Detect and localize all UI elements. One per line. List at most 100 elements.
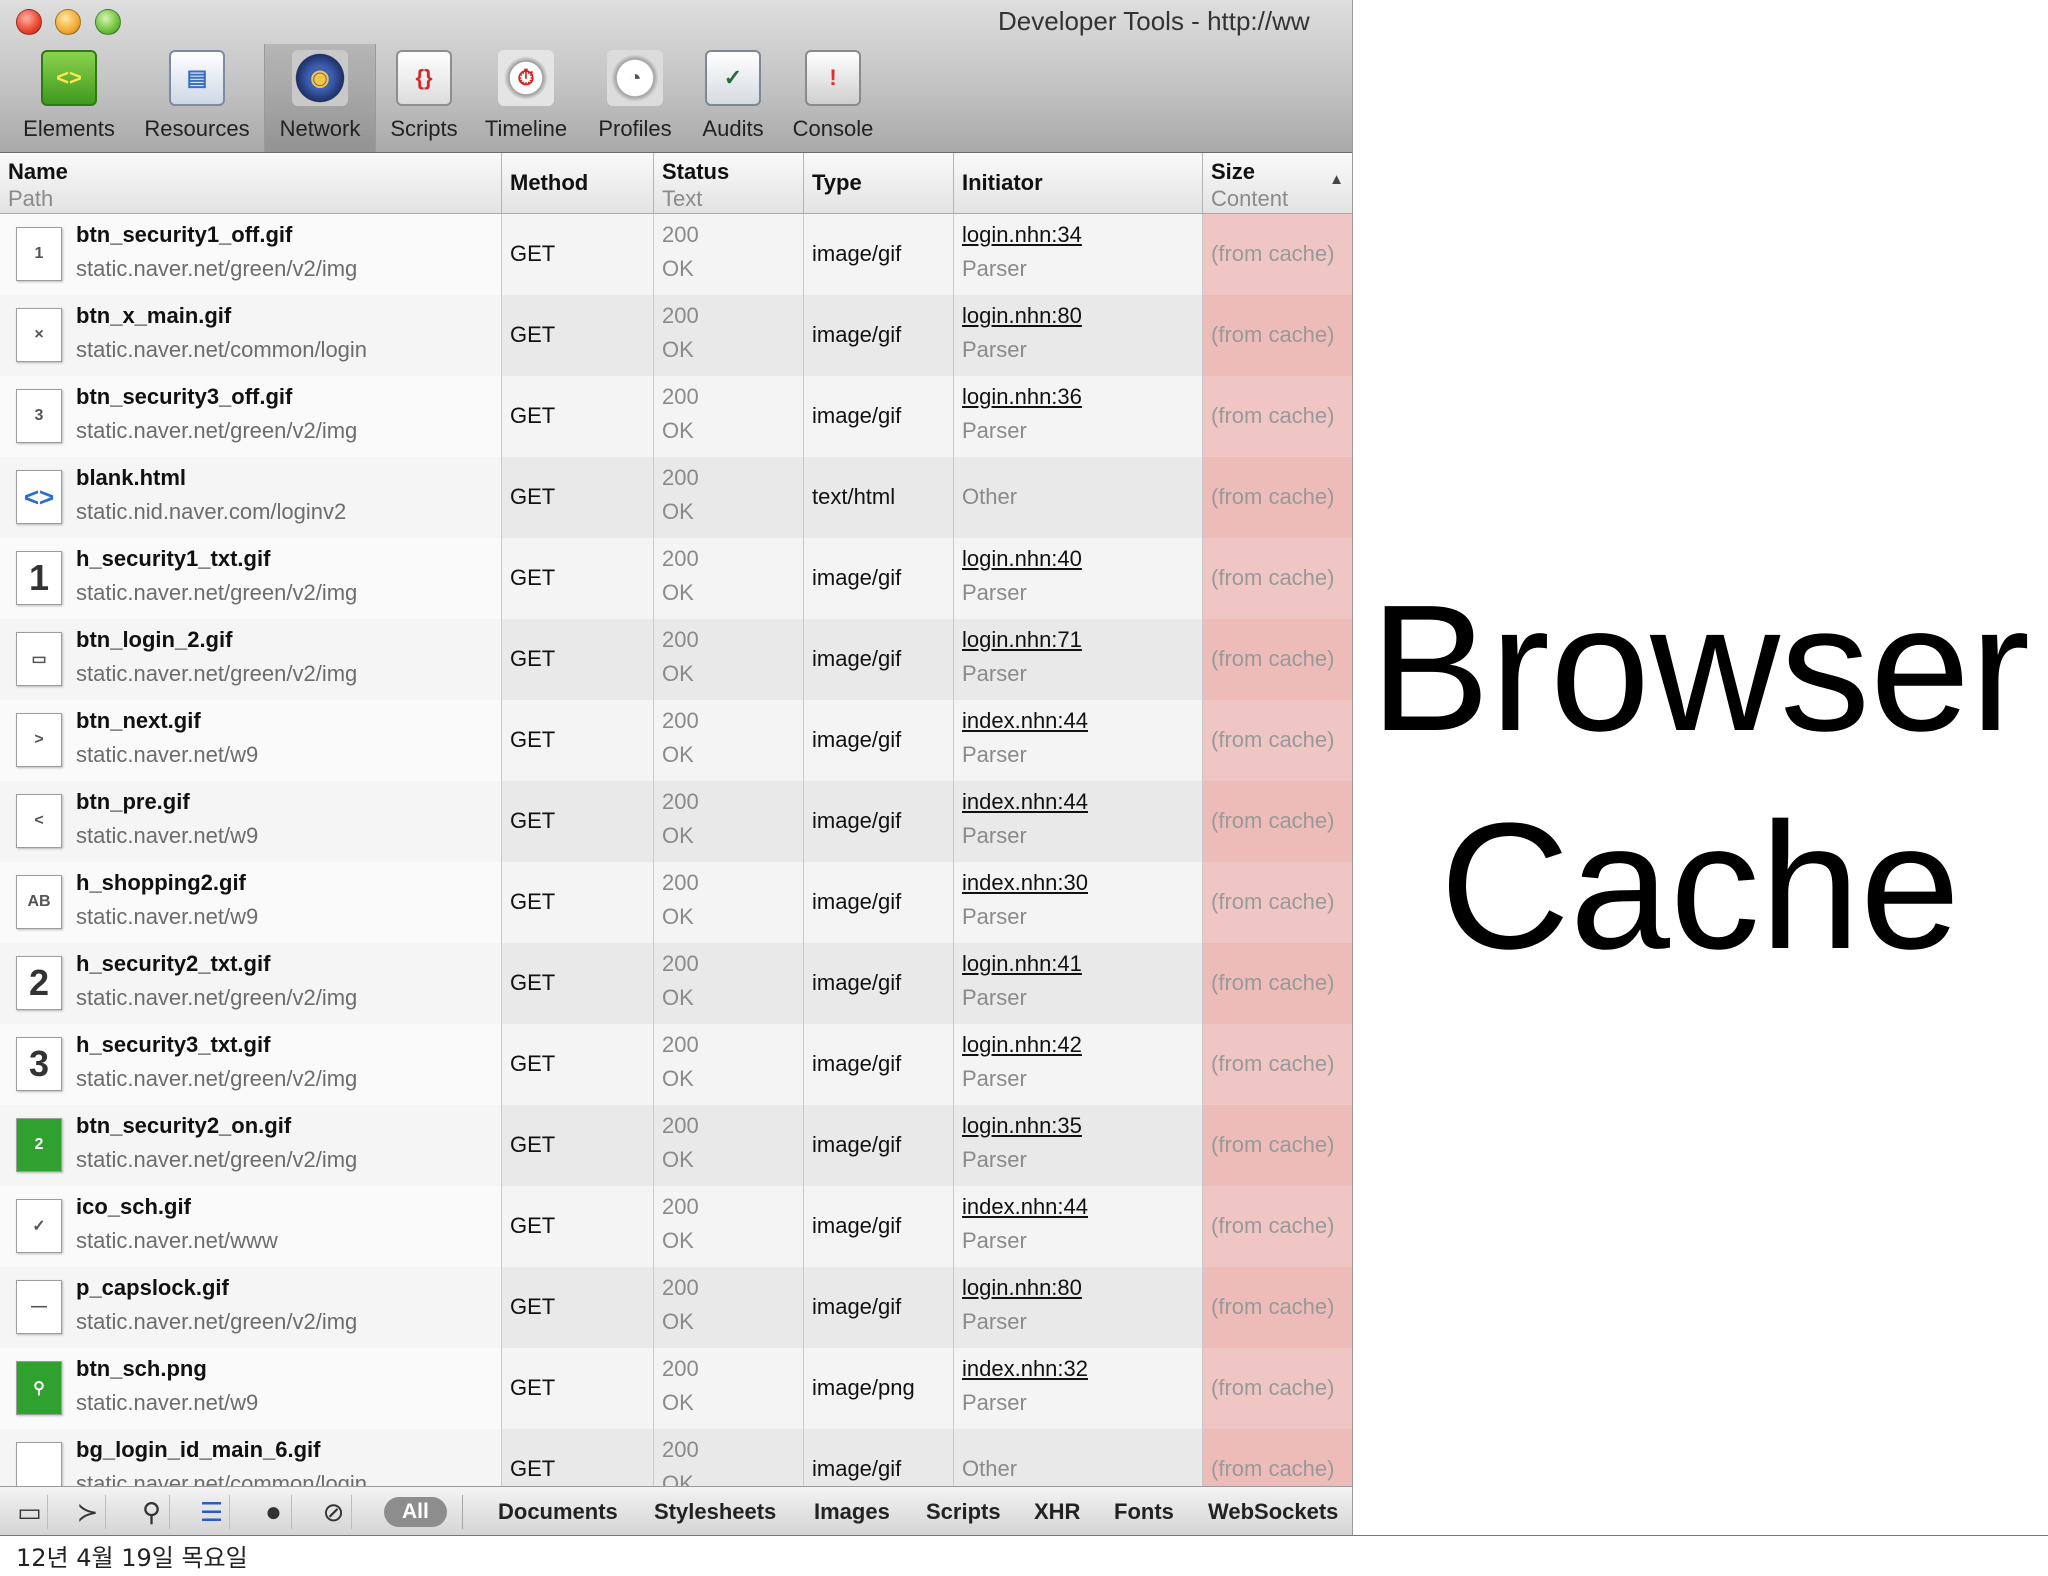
request-method: GET — [510, 727, 556, 752]
table-row[interactable]: AB h_shopping2.gif static.naver.net/w9 GET 2… — [0, 862, 1352, 943]
column-header-status[interactable]: Status Text — [654, 153, 804, 213]
column-size-label: Size — [1211, 159, 1256, 184]
size-from-cache: (from cache) — [1211, 1456, 1335, 1481]
cell-status: 200 OK — [654, 1105, 804, 1186]
filter-scripts[interactable]: Scripts — [926, 1499, 1001, 1525]
tab-timeline[interactable]: ⏱ Timeline — [478, 50, 574, 148]
tab-network[interactable]: ◉ Network — [264, 44, 376, 152]
resource-name: h_security1_txt.gif — [76, 546, 271, 571]
tab-resources[interactable]: ▤ Resources — [136, 50, 258, 148]
slide-footer-divider — [0, 1535, 2048, 1536]
dock-icon[interactable]: ▭ — [12, 1495, 48, 1529]
mime-type: image/gif — [812, 970, 902, 995]
table-row[interactable]: 2 h_security2_txt.gif static.naver.net/gre… — [0, 943, 1352, 1024]
initiator-link[interactable]: login.nhn:41 — [962, 951, 1082, 977]
resource-thumbnail-icon: 2 — [16, 1118, 62, 1172]
request-method: GET — [510, 403, 556, 428]
initiator-link[interactable]: index.nhn:44 — [962, 708, 1088, 734]
initiator-link[interactable]: login.nhn:35 — [962, 1113, 1082, 1139]
status-text: OK — [662, 823, 694, 848]
initiator-link[interactable]: login.nhn:80 — [962, 303, 1082, 329]
table-row[interactable]: — p_capslock.gif static.naver.net/green/v2… — [0, 1267, 1352, 1348]
resource-path: static.naver.net/w9 — [76, 823, 259, 848]
cell-type: image/gif — [804, 781, 954, 862]
filter-websockets[interactable]: WebSockets — [1208, 1499, 1338, 1525]
close-window-button[interactable] — [16, 9, 42, 35]
cell-type: image/gif — [804, 1024, 954, 1105]
size-from-cache: (from cache) — [1211, 727, 1335, 752]
filter-images[interactable]: Images — [814, 1499, 890, 1525]
status-code: 200 — [662, 384, 699, 409]
developer-tools-window: Developer Tools - http://ww <> Elements … — [0, 0, 1353, 1536]
initiator-other: Other — [962, 1456, 1018, 1481]
table-row[interactable]: × btn_x_main.gif static.naver.net/common/l… — [0, 295, 1352, 376]
column-header-initiator[interactable]: Initiator — [954, 153, 1203, 213]
table-row[interactable]: 2 btn_security2_on.gif static.naver.net/gr… — [0, 1105, 1352, 1186]
cell-size: (from cache) — [1203, 538, 1352, 619]
minimize-window-button[interactable] — [55, 9, 81, 35]
status-code: 200 — [662, 627, 699, 652]
resource-thumbnail-icon: 1 — [16, 551, 62, 605]
request-method: GET — [510, 1375, 556, 1400]
table-row[interactable]: ▭ btn_login_2.gif static.naver.net/green/v… — [0, 619, 1352, 700]
tab-console[interactable]: ! Console — [788, 50, 878, 148]
size-from-cache: (from cache) — [1211, 565, 1335, 590]
initiator-type: Parser — [962, 742, 1027, 767]
status-divider — [462, 1495, 463, 1529]
record-icon[interactable]: ● — [256, 1495, 292, 1529]
list-view-icon[interactable]: ☰ — [194, 1495, 230, 1529]
tab-audits[interactable]: ✓ Audits — [696, 50, 770, 148]
initiator-link[interactable]: login.nhn:36 — [962, 384, 1082, 410]
initiator-link[interactable]: index.nhn:32 — [962, 1356, 1088, 1382]
initiator-link[interactable]: login.nhn:40 — [962, 546, 1082, 572]
filter-stylesheets[interactable]: Stylesheets — [654, 1499, 776, 1525]
table-row[interactable]: > btn_next.gif static.naver.net/w9 GET 200 OK… — [0, 700, 1352, 781]
cell-method: GET — [502, 457, 654, 538]
tab-profiles[interactable]: ◔ Profiles — [594, 50, 676, 148]
tab-scripts[interactable]: {} Scripts — [382, 50, 466, 148]
table-row[interactable]: 3 h_security3_txt.gif static.naver.net/gre… — [0, 1024, 1352, 1105]
initiator-link[interactable]: login.nhn:42 — [962, 1032, 1082, 1058]
filter-documents[interactable]: Documents — [498, 1499, 618, 1525]
clear-icon[interactable]: ⊘ — [316, 1495, 352, 1529]
status-text: OK — [662, 1309, 694, 1334]
table-row[interactable]: ✓ ico_sch.gif static.naver.net/www GET 200 OK… — [0, 1186, 1352, 1267]
cell-type: image/gif — [804, 1267, 954, 1348]
table-row[interactable]: < btn_pre.gif static.naver.net/w9 GET 200 OK i… — [0, 781, 1352, 862]
status-text: OK — [662, 1228, 694, 1253]
column-header-type[interactable]: Type — [804, 153, 954, 213]
initiator-link[interactable]: login.nhn:80 — [962, 1275, 1082, 1301]
initiator-link[interactable]: login.nhn:71 — [962, 627, 1082, 653]
cell-method: GET — [502, 1024, 654, 1105]
table-row[interactable]: ⚲ btn_sch.png static.naver.net/w9 GET 200 OK i… — [0, 1348, 1352, 1429]
initiator-link[interactable]: index.nhn:44 — [962, 789, 1088, 815]
tab-elements[interactable]: <> Elements — [14, 50, 124, 148]
column-header-name[interactable]: Name Path — [0, 153, 502, 213]
resource-path: static.naver.net/green/v2/img — [76, 418, 358, 443]
initiator-link[interactable]: index.nhn:44 — [962, 1194, 1088, 1220]
mime-type: image/gif — [812, 1213, 902, 1238]
table-row[interactable]: 1 btn_security1_off.gif static.naver.net/g… — [0, 214, 1352, 295]
console-drawer-icon[interactable]: ≻ — [70, 1495, 106, 1529]
mime-type: image/gif — [812, 727, 902, 752]
resource-thumbnail-icon: × — [16, 308, 62, 362]
cell-type: image/gif — [804, 1105, 954, 1186]
filter-xhr[interactable]: XHR — [1034, 1499, 1080, 1525]
search-icon[interactable]: ⚲ — [134, 1495, 170, 1529]
zoom-window-button[interactable] — [95, 9, 121, 35]
table-row[interactable]: <> blank.html static.nid.naver.com/loginv2… — [0, 457, 1352, 538]
filter-fonts[interactable]: Fonts — [1114, 1499, 1174, 1525]
initiator-link[interactable]: index.nhn:30 — [962, 870, 1088, 896]
table-row[interactable]: 3 btn_security3_off.gif static.naver.net/g… — [0, 376, 1352, 457]
column-header-size[interactable]: Size Content ▲ — [1203, 153, 1352, 213]
size-from-cache: (from cache) — [1211, 1294, 1335, 1319]
status-text: OK — [662, 499, 694, 524]
status-text: OK — [662, 1147, 694, 1172]
filter-all-button[interactable]: All — [384, 1497, 447, 1527]
status-text: OK — [662, 1471, 694, 1486]
table-row[interactable]: bg_login_id_main_6.gif static.naver.net/c… — [0, 1429, 1352, 1486]
table-row[interactable]: 1 h_security1_txt.gif static.naver.net/gre… — [0, 538, 1352, 619]
resource-thumbnail-icon: AB — [16, 875, 62, 929]
initiator-link[interactable]: login.nhn:34 — [962, 222, 1082, 248]
column-header-method[interactable]: Method — [502, 153, 654, 213]
